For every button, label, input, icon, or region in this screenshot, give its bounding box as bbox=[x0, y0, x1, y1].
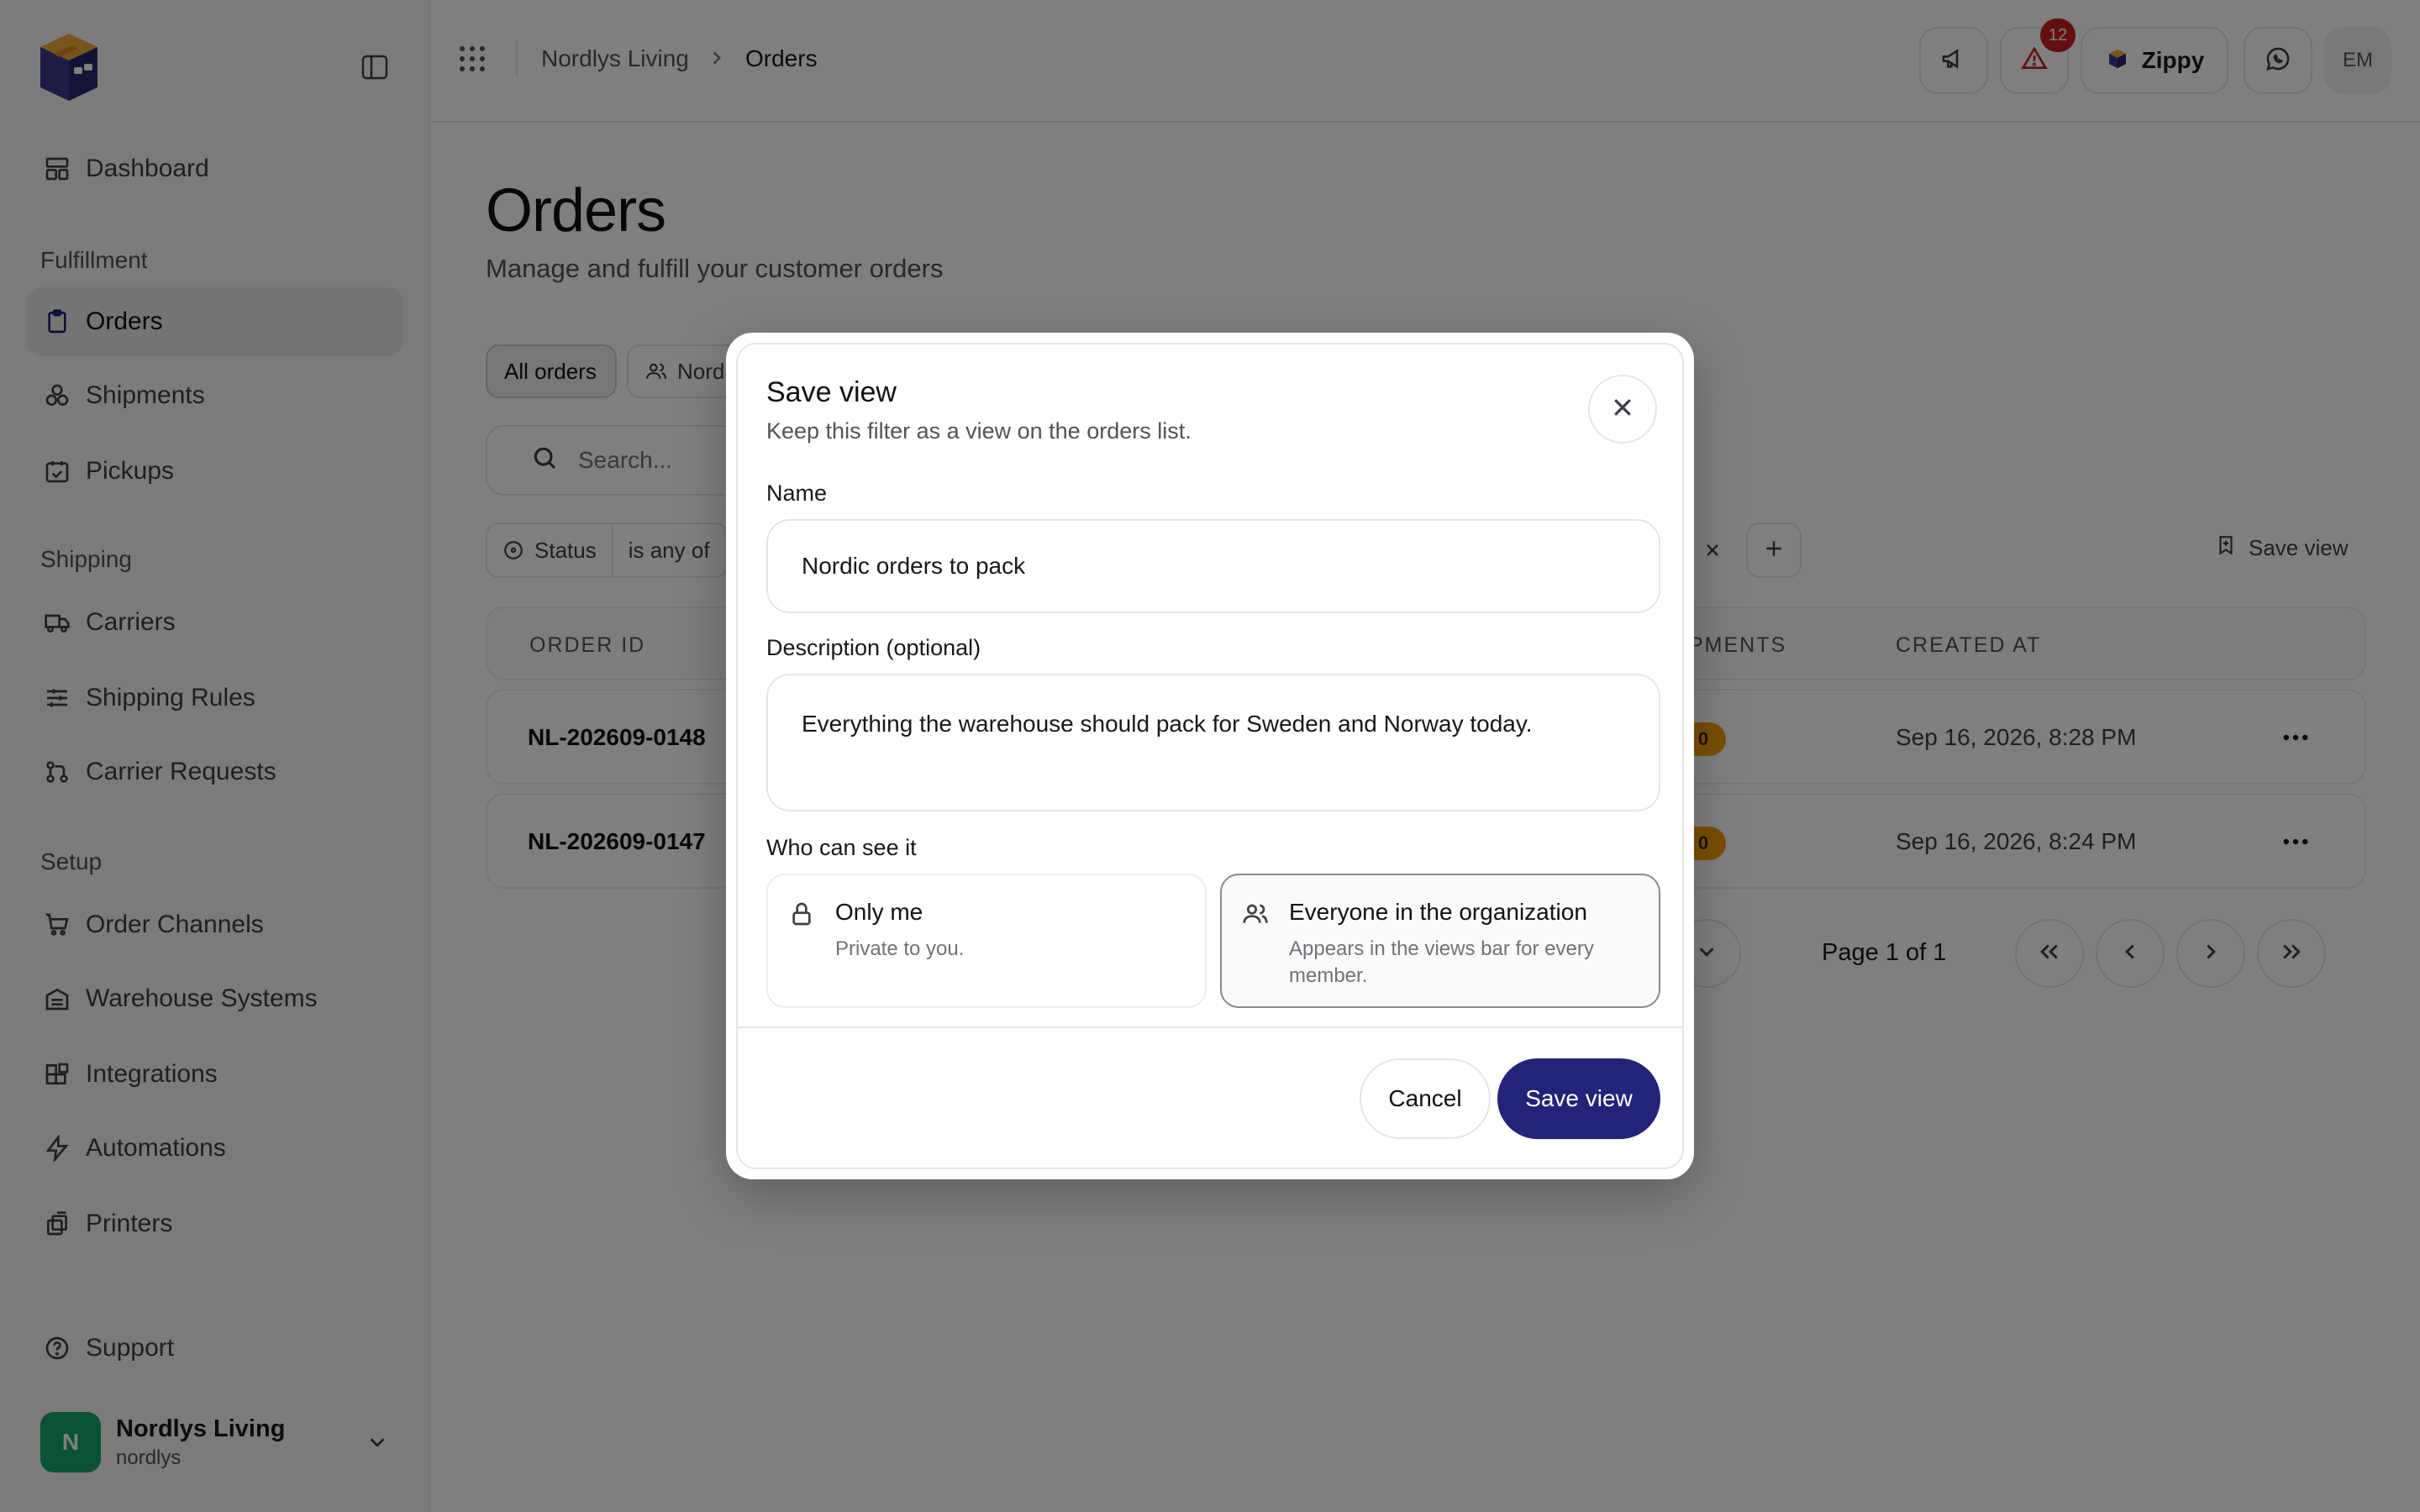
dialog-title: Save view bbox=[766, 376, 897, 408]
save-view-dialog-panel: Save view Keep this filter as a view on … bbox=[736, 343, 1684, 1169]
option-description: Private to you. bbox=[835, 937, 965, 960]
description-label: Description (optional) bbox=[766, 635, 981, 660]
view-description-textarea[interactable]: Everything the warehouse should pack for… bbox=[766, 674, 1660, 811]
close-icon bbox=[1610, 395, 1635, 424]
app-window: Dashboard Fulfillment Orders Shipments P… bbox=[0, 0, 2420, 1512]
option-title: Only me bbox=[835, 899, 923, 925]
visibility-option-everyone[interactable]: Everyone in the organization Appears in … bbox=[1220, 874, 1660, 1008]
name-label: Name bbox=[766, 480, 828, 506]
cancel-button[interactable]: Cancel bbox=[1360, 1058, 1491, 1139]
visibility-option-only-me[interactable]: Only me Private to you. bbox=[766, 874, 1207, 1008]
option-title: Everyone in the organization bbox=[1289, 899, 1587, 925]
lock-icon bbox=[788, 900, 815, 927]
option-description: Appears in the views bar for every membe… bbox=[1289, 937, 1594, 987]
dialog-footer-divider bbox=[738, 1026, 1682, 1028]
dialog-close-button[interactable] bbox=[1588, 375, 1657, 444]
dialog-description: Keep this filter as a view on the orders… bbox=[766, 418, 1192, 444]
visibility-label: Who can see it bbox=[766, 835, 917, 860]
save-view-confirm-button[interactable]: Save view bbox=[1497, 1058, 1660, 1139]
users-icon bbox=[1242, 900, 1269, 927]
save-view-dialog: Save view Keep this filter as a view on … bbox=[726, 333, 1694, 1179]
view-name-input[interactable] bbox=[766, 519, 1660, 613]
